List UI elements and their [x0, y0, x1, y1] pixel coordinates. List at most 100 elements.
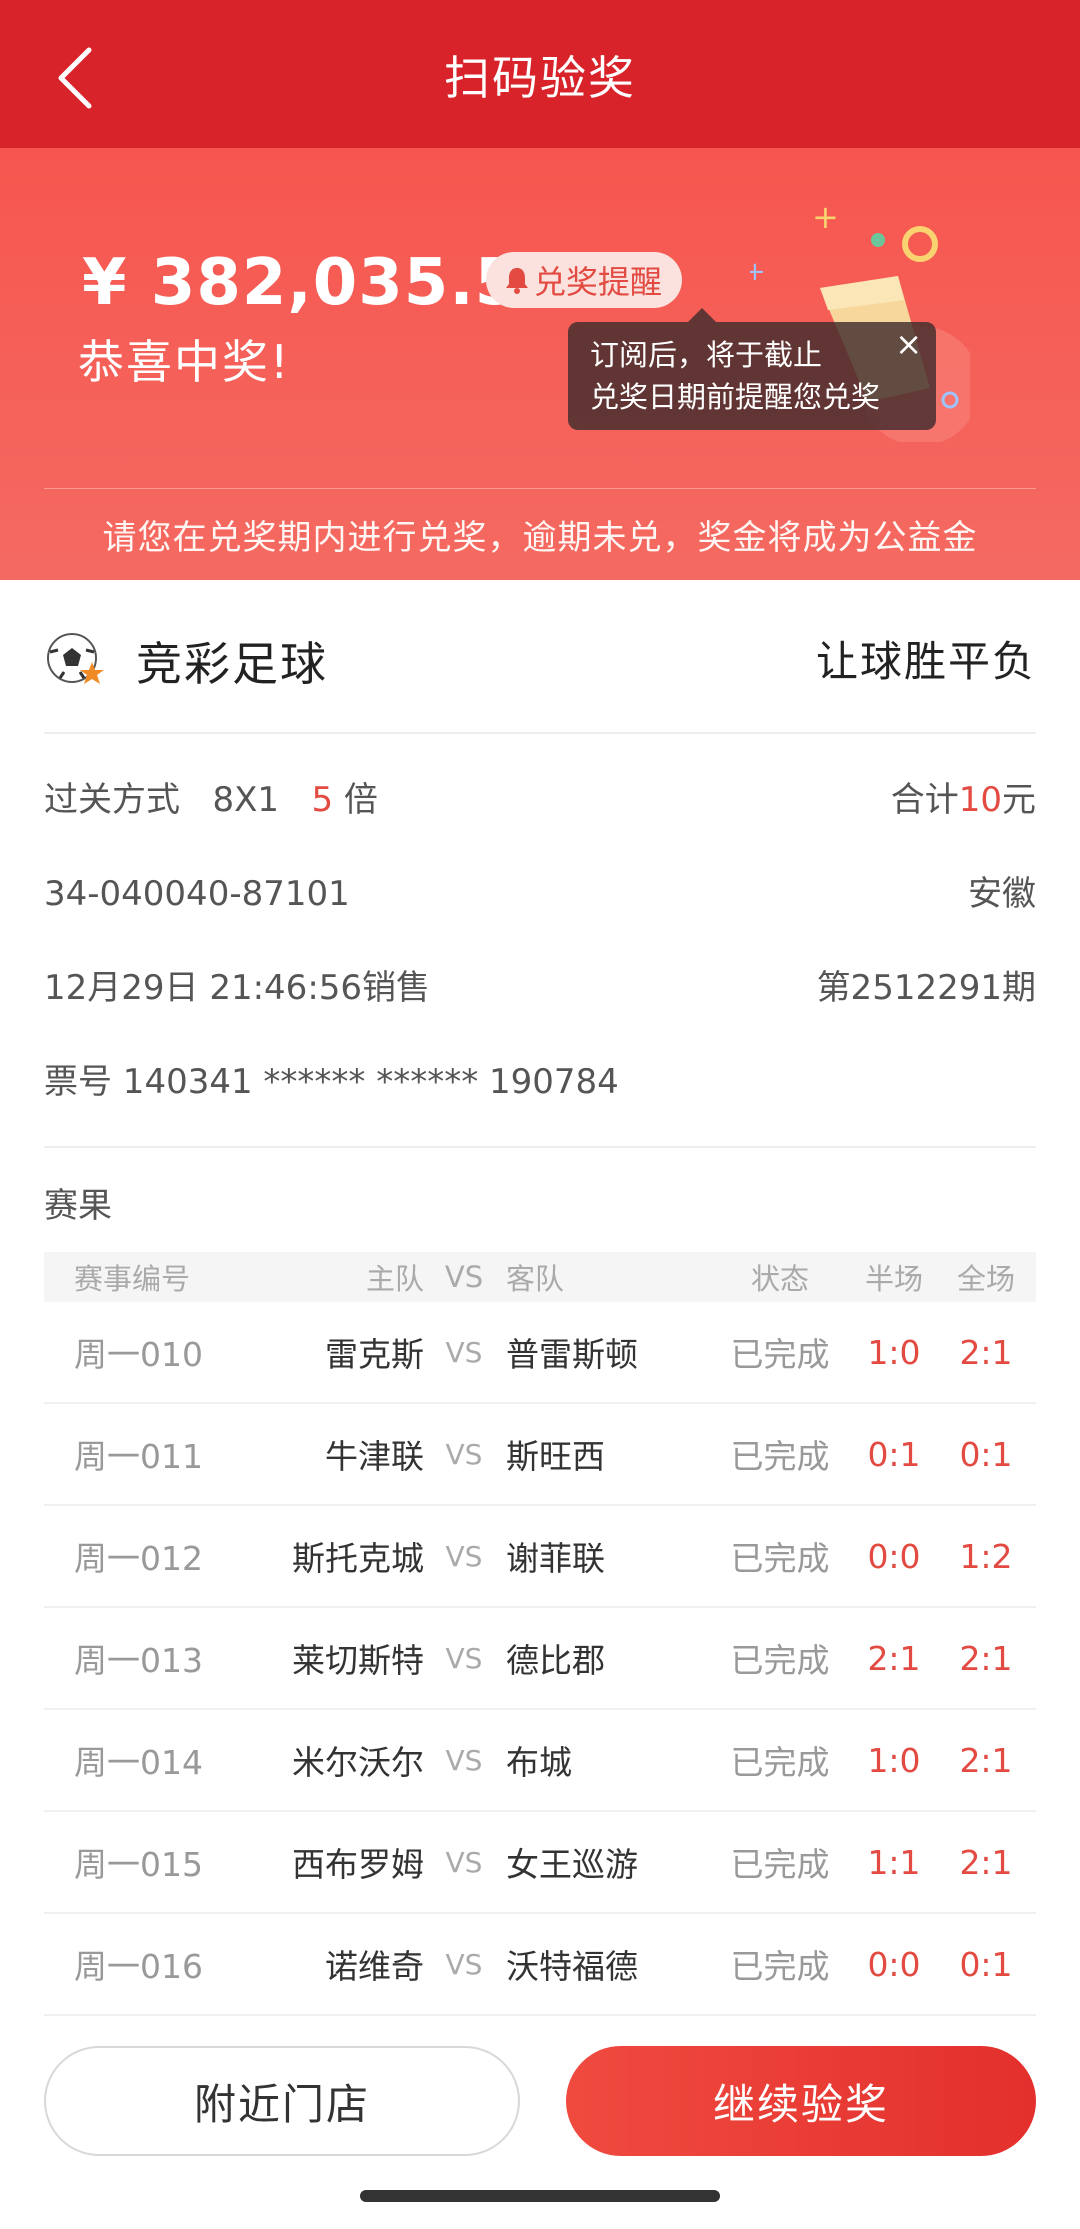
vs-label: VS [445, 1539, 483, 1573]
sale-row: 12月29日 21:46:56销售 第2512291期 [44, 958, 1036, 1018]
full-time-score: 0:1 [959, 1434, 1013, 1474]
home-team: 雷克斯 [325, 1335, 424, 1374]
full-time-score: 2:1 [959, 1332, 1013, 1372]
table-row: 周一012 斯托克城 VS 谢菲联 已完成 0:0 1:2 [44, 1506, 1036, 1608]
home-indicator [360, 2190, 720, 2202]
bell-icon [506, 268, 528, 294]
multiple-value: 5 [311, 780, 334, 820]
redeem-reminder-button[interactable]: 兑奖提醒 [486, 252, 683, 308]
match-id: 周一016 [74, 1947, 203, 1986]
serial-row: 34-040040-87101 安徽 [44, 864, 1036, 924]
away-team: 谢菲联 [506, 1539, 605, 1578]
total-value: 10 [958, 780, 1002, 820]
navbar: 扫码验奖 [0, 0, 1080, 148]
vs-label: VS [445, 1743, 483, 1777]
away-team: 沃特福德 [506, 1947, 638, 1986]
half-time-score: 0:0 [867, 1536, 921, 1576]
pass-row: 过关方式 8X1 5 倍 合计10元 [44, 770, 1036, 830]
match-id: 周一012 [74, 1539, 203, 1578]
header-vs: VS [444, 1260, 484, 1294]
vs-label: VS [445, 1845, 483, 1879]
match-status: 已完成 [730, 1947, 830, 1986]
table-row: 周一015 西布罗姆 VS 女王巡游 已完成 1:1 2:1 [44, 1812, 1036, 1914]
half-time-score: 0:0 [867, 1944, 921, 1984]
banner-divider [44, 488, 1036, 489]
match-status: 已完成 [730, 1845, 830, 1884]
province: 安徽 [968, 874, 1036, 914]
total-label: 合计 [890, 780, 959, 820]
results-title: 赛果 [44, 1186, 112, 1226]
match-status: 已完成 [730, 1335, 830, 1374]
header-half: 半场 [864, 1262, 923, 1296]
table-row: 周一010 雷克斯 VS 普雷斯顿 已完成 1:0 2:1 [44, 1302, 1036, 1404]
serial-number: 34-040040-87101 [44, 874, 350, 914]
full-time-score: 2:1 [959, 1842, 1013, 1882]
home-team: 米尔沃尔 [292, 1743, 424, 1782]
away-team: 女王巡游 [506, 1845, 638, 1884]
half-time-score: 2:1 [867, 1638, 921, 1678]
away-team: 布城 [506, 1743, 572, 1782]
full-time-score: 2:1 [959, 1740, 1013, 1780]
header-id: 赛事编号 [74, 1262, 191, 1296]
sale-time: 12月29日 21:46:56销售 [44, 968, 431, 1008]
home-team: 西布罗姆 [292, 1845, 424, 1884]
ticket-header: 竞彩足球 让球胜平负 [44, 580, 1036, 734]
header-home: 主队 [365, 1262, 424, 1296]
total-unit: 元 [1002, 780, 1036, 820]
svg-text:+: + [812, 202, 839, 236]
match-status: 已完成 [730, 1641, 830, 1680]
full-time-score: 1:2 [959, 1536, 1013, 1576]
tooltip-line: 兑奖日期前提醒您兑奖 [590, 380, 881, 414]
table-row: 周一014 米尔沃尔 VS 布城 已完成 1:0 2:1 [44, 1710, 1036, 1812]
results-table: 赛事编号 主队 VS 客队 状态 半场 全场 周一010 雷克斯 VS 普雷斯顿 已完成… [44, 1252, 1036, 2016]
match-status: 已完成 [730, 1539, 830, 1578]
match-status: 已完成 [730, 1437, 830, 1476]
page-title: 扫码验奖 [444, 51, 636, 105]
tooltip-line: 订阅后，将于截止 [590, 338, 823, 372]
continue-check-button[interactable]: 继续验奖 [566, 2046, 1036, 2156]
ticket-no-row: 票号 140341 ****** ****** 190784 [44, 1052, 1036, 1112]
match-id: 周一014 [74, 1743, 203, 1782]
issue-number: 第2512291期 [816, 968, 1036, 1008]
header-full: 全场 [956, 1262, 1015, 1296]
match-id: 周一015 [74, 1845, 203, 1884]
redeem-notice: 请您在兑奖期内进行兑奖，逾期未兑，奖金将成为公益金 [102, 518, 978, 558]
ticket-number: 票号 140341 ****** ****** 190784 [44, 1062, 619, 1102]
soccer-ball-icon [47, 633, 104, 684]
lottery-name: 竞彩足球 [136, 637, 328, 691]
table-row: 周一011 牛津联 VS 斯旺西 已完成 0:1 0:1 [44, 1404, 1036, 1506]
reminder-tooltip: 订阅后，将于截止 兑奖日期前提醒您兑奖 × [568, 308, 936, 430]
nearby-store-button[interactable]: 附近门店 [44, 2046, 520, 2156]
table-row: 周一013 莱切斯特 VS 德比郡 已完成 2:1 2:1 [44, 1608, 1036, 1710]
match-id: 周一013 [74, 1641, 203, 1680]
pass-label: 过关方式 [44, 780, 180, 820]
away-team: 德比郡 [506, 1641, 605, 1680]
play-type: 让球胜平负 [815, 637, 1036, 686]
home-team: 牛津联 [325, 1437, 424, 1476]
full-time-score: 0:1 [959, 1944, 1013, 1984]
pass-value: 8X1 [212, 780, 279, 820]
away-team: 斯旺西 [506, 1437, 605, 1476]
table-row: 周一016 诺维奇 VS 沃特福德 已完成 0:0 0:1 [44, 1914, 1036, 2016]
prize-banner: + + ¥ 382,035.50 兑奖提醒 恭喜中奖! 订阅后，将于截止 兑奖日… [0, 148, 1080, 580]
redeem-reminder-label: 兑奖提醒 [534, 263, 663, 301]
away-team: 普雷斯顿 [506, 1335, 638, 1374]
table-header: 赛事编号 主队 VS 客队 状态 半场 全场 [44, 1252, 1036, 1302]
half-time-score: 0:1 [867, 1434, 921, 1474]
vs-label: VS [445, 1335, 483, 1369]
vs-label: VS [445, 1437, 483, 1471]
match-id: 周一010 [74, 1335, 203, 1374]
multiple-unit: 倍 [343, 780, 378, 820]
half-time-score: 1:0 [867, 1332, 921, 1372]
match-status: 已完成 [730, 1743, 830, 1782]
total-amount: 合计10元 [891, 770, 1036, 830]
full-time-score: 2:1 [959, 1638, 1013, 1678]
half-time-score: 1:0 [867, 1740, 921, 1780]
vs-label: VS [445, 1641, 483, 1675]
svg-text:+: + [750, 257, 766, 287]
section-divider [44, 1146, 1036, 1148]
header-away: 客队 [506, 1262, 565, 1296]
close-icon[interactable]: × [895, 328, 922, 360]
header-status: 状态 [750, 1262, 809, 1296]
match-id: 周一011 [74, 1437, 203, 1476]
